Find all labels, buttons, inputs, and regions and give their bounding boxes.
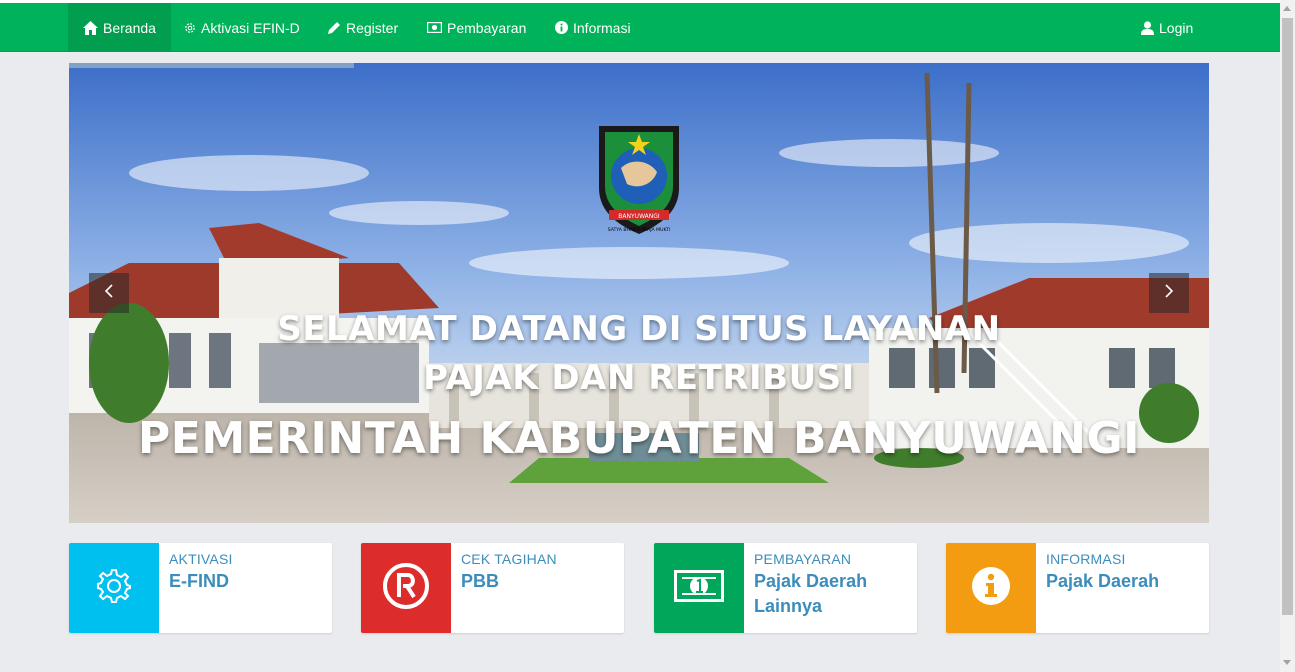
slide-progress-bar [69, 63, 354, 68]
gear-icon [96, 568, 132, 609]
card-activation-efind[interactable]: AKTIVASI E-FIND [69, 543, 332, 633]
carousel-next-button[interactable] [1149, 273, 1189, 313]
emblem-motto-text: SATYA BHAKTI PRAJA MUKTI [608, 227, 671, 233]
card-information-regional-tax[interactable]: INFORMASI Pajak Daerah [946, 543, 1209, 633]
info-icon [555, 21, 568, 34]
card-caption: INFORMASI [1046, 551, 1126, 567]
nav-info-label: Informasi [573, 19, 631, 36]
hero-carousel: BANYUWANGI SATYA BHAKTI PRAJA MUKTI SELA… [69, 63, 1209, 523]
card-title: Pajak Daerah Lainnya [754, 571, 868, 616]
card-activation-icon-box [69, 543, 159, 633]
scrollbar-thumb[interactable] [1282, 18, 1293, 615]
card-caption: CEK TAGIHAN [461, 551, 557, 567]
carousel-prev-button[interactable] [89, 273, 129, 313]
nav-login[interactable]: Login [1126, 3, 1208, 52]
card-info-icon-box [946, 543, 1036, 633]
nav-register[interactable]: Register [312, 3, 413, 52]
nav-login-label: Login [1159, 19, 1194, 36]
pencil-icon [327, 21, 341, 35]
scroll-down-icon[interactable] [1283, 660, 1291, 665]
emblem-banner-text: BANYUWANGI [618, 213, 660, 220]
card-payment-regional-tax[interactable]: PEMBAYARAN Pajak Daerah Lainnya [654, 543, 917, 633]
page-scrollbar[interactable] [1280, 0, 1295, 672]
nav-payment[interactable]: Pembayaran [412, 3, 541, 52]
gear-icon [184, 22, 196, 34]
card-pbb-icon-box [361, 543, 451, 633]
card-caption: PEMBAYARAN [754, 551, 852, 567]
card-caption: AKTIVASI [169, 551, 233, 567]
nav-activation[interactable]: Aktivasi EFIN-D [169, 3, 315, 52]
card-title: Pajak Daerah [1046, 571, 1160, 591]
nav-home-label: Beranda [103, 19, 156, 36]
hero-title-line3: PEMERINTAH KABUPATEN BANYUWANGI [138, 413, 1140, 464]
nav-info[interactable]: Informasi [540, 3, 646, 52]
navbar: Beranda Aktivasi EFIN-D Register Pembaya… [0, 3, 1280, 52]
chevron-right-icon [1164, 283, 1174, 303]
money-icon [427, 22, 442, 33]
registered-icon [382, 562, 430, 615]
scroll-up-icon[interactable] [1283, 6, 1291, 11]
card-payment-icon-box [654, 543, 744, 633]
nav-activation-label: Aktivasi EFIN-D [201, 19, 300, 36]
hero-title-line1: SELAMAT DATANG DI SITUS LAYANAN [277, 309, 1001, 349]
card-title: E-FIND [169, 571, 229, 591]
nav-register-label: Register [346, 19, 399, 36]
home-icon [83, 20, 98, 35]
money-icon [674, 569, 724, 607]
chevron-left-icon [104, 283, 114, 303]
nav-home[interactable]: Beranda [68, 3, 171, 52]
card-title: PBB [461, 571, 500, 591]
hero-title-line2: PAJAK DAN RETRIBUSI [423, 358, 855, 398]
nav-payment-label: Pembayaran [447, 19, 527, 36]
user-icon [1141, 20, 1154, 35]
info-icon [971, 566, 1011, 611]
card-check-bill-pbb[interactable]: CEK TAGIHAN PBB [361, 543, 624, 633]
banyuwangi-emblem: BANYUWANGI SATYA BHAKTI PRAJA MUKTI [599, 126, 679, 234]
